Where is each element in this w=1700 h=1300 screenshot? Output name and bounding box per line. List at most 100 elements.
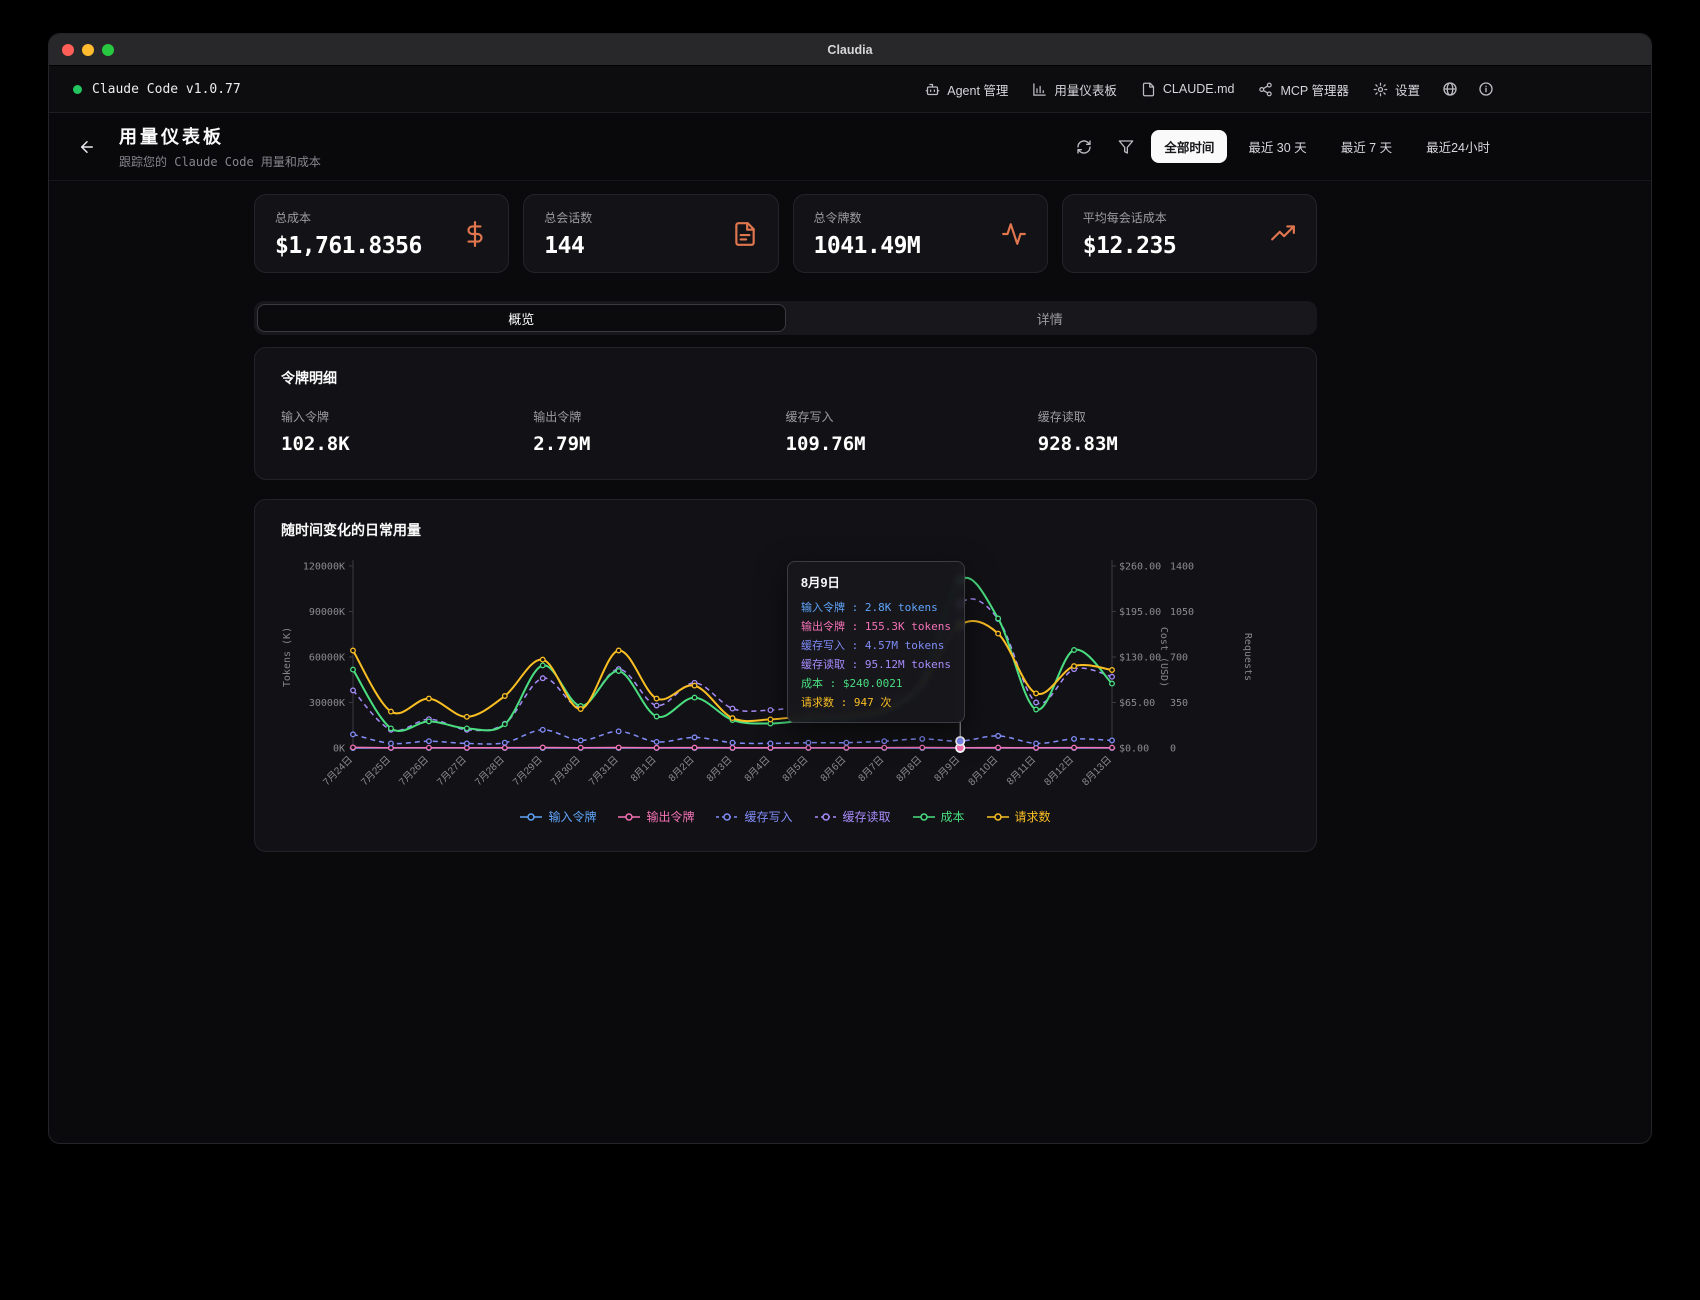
svg-text:90000K: 90000K (309, 607, 345, 618)
token-breakdown-panel: 令牌明细 输入令牌 102.8K 输出令牌 2.79M 缓存写入 109.76M… (254, 347, 1317, 480)
tooltip-row: 输入令牌2.8K tokens (801, 598, 951, 617)
svg-text:120000K: 120000K (303, 562, 345, 573)
legend-item[interactable]: 缓存读取 (815, 808, 891, 825)
data-point (540, 657, 545, 662)
arrow-left-icon (78, 138, 96, 156)
back-button[interactable] (69, 129, 105, 165)
data-point (996, 745, 1001, 750)
data-point (654, 696, 659, 701)
svg-text:Tokens (K): Tokens (K) (282, 627, 293, 687)
stat-label: 总令牌数 (814, 209, 921, 226)
data-point (1110, 738, 1115, 743)
data-point (844, 740, 849, 745)
menu-item-label: 设置 (1395, 80, 1420, 99)
data-point (540, 676, 545, 681)
language-button[interactable] (1433, 74, 1467, 104)
titlebar: Claudia (49, 34, 1651, 66)
svg-text:$195.00: $195.00 (1119, 607, 1161, 618)
token-breakdown-cache-read: 缓存读取 928.83M (1038, 408, 1290, 455)
svg-text:1400: 1400 (1170, 562, 1194, 573)
svg-text:8月10日: 8月10日 (966, 754, 1000, 788)
svg-text:700: 700 (1170, 653, 1188, 664)
data-point (1110, 674, 1115, 679)
legend-label: 缓存写入 (744, 808, 792, 825)
stat-value: $12.235 (1083, 233, 1176, 259)
svg-text:8月13日: 8月13日 (1080, 754, 1114, 788)
data-point (1072, 745, 1077, 750)
stat-card-total-cost: 总成本 $1,761.8356 (254, 194, 509, 273)
tab-overview[interactable]: 概览 (257, 304, 786, 332)
tab-bar: 概览 详情 (254, 301, 1317, 335)
data-point (730, 740, 735, 745)
data-point (882, 745, 887, 750)
range-all-time-button[interactable]: 全部时间 (1151, 130, 1227, 163)
data-point (616, 745, 621, 750)
legend-marker-icon (987, 812, 1009, 822)
about-button[interactable] (1469, 74, 1503, 104)
svg-text:8月8日: 8月8日 (894, 754, 924, 784)
legend-item[interactable]: 请求数 (987, 808, 1051, 825)
data-point (427, 719, 432, 724)
menu-item-agents[interactable]: Agent 管理 (914, 73, 1019, 106)
stat-card-total-sessions: 总会话数 144 (523, 194, 778, 273)
legend-item[interactable]: 输出令牌 (618, 808, 694, 825)
stat-cards: 总成本 $1,761.8356 总会话数 144 总令牌数 (254, 194, 1317, 273)
legend-item[interactable]: 成本 (913, 808, 965, 825)
data-point (730, 745, 735, 750)
range-7-days-button[interactable]: 最近 7 天 (1328, 130, 1405, 163)
data-point (540, 728, 545, 733)
data-point (1110, 681, 1115, 686)
legend-item[interactable]: 输入令牌 (520, 808, 596, 825)
refresh-button[interactable] (1067, 132, 1101, 162)
svg-text:$65.00: $65.00 (1119, 698, 1155, 709)
svg-text:8月2日: 8月2日 (666, 754, 696, 784)
svg-text:8月11日: 8月11日 (1004, 754, 1038, 788)
menu-item-mcp-manager[interactable]: MCP 管理器 (1247, 73, 1360, 106)
data-point (351, 667, 356, 672)
legend-item[interactable]: 缓存写入 (716, 808, 792, 825)
data-point (351, 648, 356, 653)
svg-text:Cost (USD): Cost (USD) (1158, 627, 1169, 687)
data-point (503, 722, 508, 727)
data-point (996, 631, 1001, 636)
data-point (616, 648, 621, 653)
minimize-button[interactable] (82, 44, 94, 56)
tooltip-date: 8月9日 (801, 572, 951, 591)
token-value: 109.76M (786, 433, 1038, 455)
gear-icon (1373, 82, 1388, 97)
range-30-days-button[interactable]: 最近 30 天 (1235, 130, 1319, 163)
page-header: 用量仪表板 跟踪您的 Claude Code 用量和成本 全部时间 最近 30 … (49, 113, 1651, 181)
stat-label: 总会话数 (544, 209, 592, 226)
token-value: 928.83M (1038, 433, 1290, 455)
data-point (578, 745, 583, 750)
menu-item-usage-dashboard[interactable]: 用量仪表板 (1021, 73, 1128, 106)
range-24-hours-button[interactable]: 最近24小时 (1413, 130, 1503, 163)
data-point (389, 741, 394, 746)
tab-details[interactable]: 详情 (786, 304, 1315, 332)
token-breakdown-cache-write: 缓存写入 109.76M (786, 408, 1038, 455)
legend-label: 输出令牌 (646, 808, 694, 825)
data-point (351, 732, 356, 737)
close-button[interactable] (62, 44, 74, 56)
data-point (427, 696, 432, 701)
menu-item-claude-md[interactable]: CLAUDE.md (1130, 75, 1246, 104)
token-label: 缓存写入 (786, 408, 1038, 425)
token-label: 输入令牌 (281, 408, 533, 425)
data-point (1034, 691, 1039, 696)
app-status: Claude Code v1.0.77 (73, 82, 241, 97)
data-point (427, 745, 432, 750)
menu-item-settings[interactable]: 设置 (1362, 73, 1431, 106)
globe-icon (1442, 81, 1458, 97)
data-point (540, 663, 545, 668)
filter-button[interactable] (1109, 132, 1143, 162)
zoom-button[interactable] (102, 44, 114, 56)
svg-text:8月9日: 8月9日 (932, 754, 962, 784)
svg-text:7月27日: 7月27日 (435, 754, 469, 788)
stat-value: 1041.49M (814, 233, 921, 259)
data-point (996, 734, 1001, 739)
svg-text:60000K: 60000K (309, 653, 345, 664)
chart-tooltip: 8月9日 输入令牌2.8K tokens 输出令牌155.3K tokens 缓… (787, 561, 965, 723)
chart-legend: 输入令牌 输出令牌 缓存写入 缓存读取 成本 请求数 (281, 808, 1290, 825)
data-point (920, 745, 925, 750)
activity-icon (1001, 221, 1027, 247)
